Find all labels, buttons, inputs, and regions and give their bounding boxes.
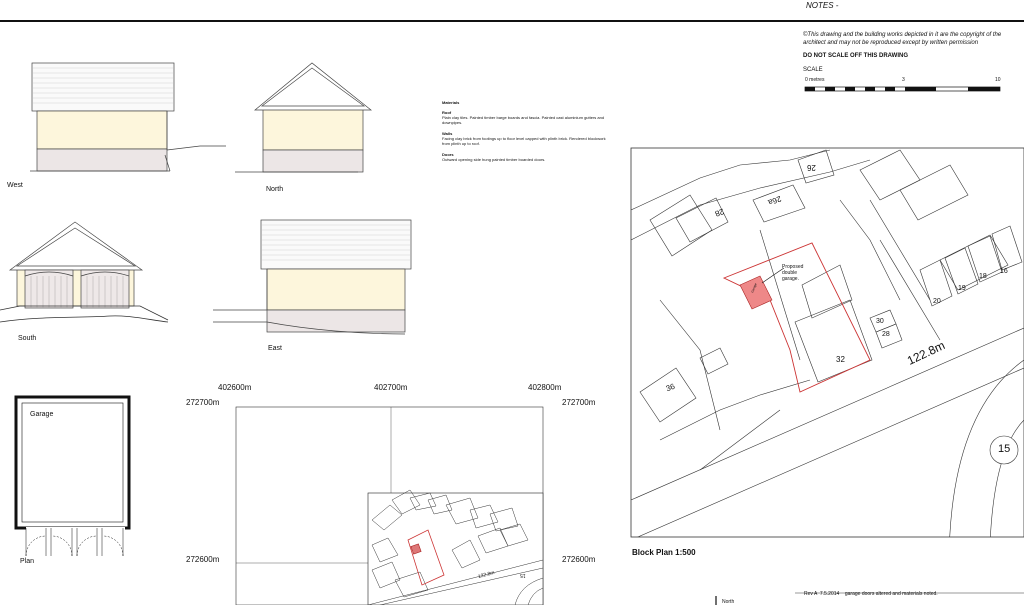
notes-title: NOTES -: [806, 1, 839, 10]
coord-y1-right: 272700m: [562, 398, 596, 407]
plot-30: 30: [876, 318, 884, 325]
do-not-scale: DO NOT SCALE OFF THIS DRAWING: [803, 53, 908, 59]
east-label: East: [268, 345, 283, 352]
garage-room-label: Garage: [30, 411, 54, 418]
south-elevation: [0, 221, 169, 323]
coord-y2-left: 272600m: [186, 555, 220, 564]
plot-16: 16: [1000, 268, 1008, 275]
walls-text: Facing clay brick from footings up to fl…: [442, 136, 606, 146]
location-house-number: 15: [520, 572, 526, 578]
drawing-sheet: [0, 20, 1024, 605]
west-label: West: [7, 182, 23, 189]
coord-y2-right: 272600m: [562, 555, 596, 564]
proposed-garage-label: Proposed double garage.: [782, 264, 804, 282]
south-label: South: [18, 335, 37, 342]
west-elevation: [30, 62, 226, 172]
scale-tick-0: 0 metres: [805, 77, 825, 83]
plot-20: 20: [933, 298, 941, 305]
doors-text: Outward opening side hung painted timber…: [442, 157, 546, 162]
scale-title: SCALE: [803, 67, 823, 73]
coord-x3: 402800m: [528, 383, 562, 392]
garage-plan: [14, 395, 131, 557]
north-label-bottom: North: [722, 599, 735, 605]
north-label: North: [266, 186, 284, 193]
scale-tick-3: 3: [902, 77, 905, 83]
scale-tick-10: 10: [995, 77, 1001, 83]
plot-19: 19: [958, 285, 966, 292]
materials-heading: Materials: [442, 100, 460, 105]
plot-32: 32: [836, 355, 845, 364]
revision-note: Rev A 7.5.2014 garage doors altered and …: [804, 591, 938, 597]
coord-x1: 402600m: [218, 383, 252, 392]
roof-text: Plain clay tiles. Painted timber barge b…: [442, 115, 605, 125]
location-plan: [235, 406, 544, 605]
block-plan: [630, 147, 1024, 538]
coord-x2: 402700m: [374, 383, 408, 392]
coord-y1-left: 272700m: [186, 398, 220, 407]
copyright-note: ©This drawing and the building works dep…: [803, 31, 1018, 47]
scale-bar: [804, 86, 1001, 92]
plot-15: 15: [998, 443, 1011, 455]
north-elevation: [235, 62, 373, 173]
copyright-text: This drawing and the building works depi…: [803, 32, 1002, 46]
plot-28: 28: [882, 331, 890, 338]
east-elevation: [213, 219, 412, 335]
plan-label: Plan: [20, 558, 35, 565]
block-plan-title: Block Plan 1:500: [632, 548, 696, 557]
materials-notes: Materials Roof Plain clay tiles. Painted…: [442, 100, 612, 162]
plot-18: 18: [979, 273, 987, 280]
plot-26: 26: [807, 163, 816, 172]
